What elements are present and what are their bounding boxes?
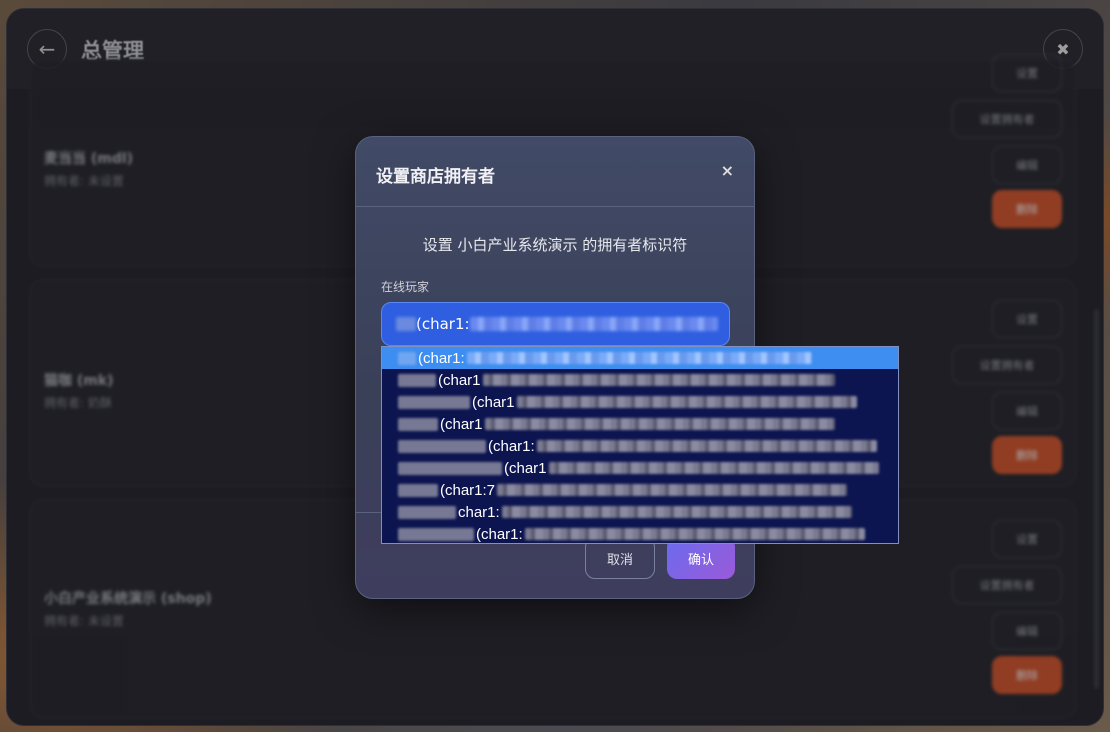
dropdown-option[interactable]: (char1 xyxy=(382,457,898,479)
option-text: (char1 xyxy=(438,371,481,389)
redacted-id xyxy=(548,462,879,474)
option-text: (char1: xyxy=(488,437,535,455)
player-dropdown-list: (char1: (char1 (char1 (char1 (char1: (ch… xyxy=(381,346,899,544)
redacted-name xyxy=(398,351,416,365)
option-text: (char1: xyxy=(418,349,465,367)
dropdown-option[interactable]: (char1: xyxy=(382,523,898,543)
dropdown-option[interactable]: (char1:7 xyxy=(382,479,898,501)
selected-player-text: (char1: xyxy=(416,315,470,333)
dropdown-option[interactable]: (char1 xyxy=(382,369,898,391)
option-text: (char1:7 xyxy=(440,481,496,499)
redacted-name xyxy=(396,317,416,331)
redacted-name xyxy=(398,505,456,519)
option-text: char1: xyxy=(458,503,500,521)
player-select[interactable]: (char1: xyxy=(381,302,730,346)
redacted-id xyxy=(469,317,718,331)
dialog-header: 设置商店拥有者 × xyxy=(356,137,754,207)
redacted-name xyxy=(398,395,470,409)
redacted-id xyxy=(484,418,835,430)
redacted-name xyxy=(398,483,438,497)
dropdown-option[interactable]: (char1: xyxy=(382,347,898,369)
dialog-title: 设置商店拥有者 xyxy=(376,167,495,187)
redacted-id xyxy=(466,352,812,364)
redacted-id xyxy=(501,506,852,518)
online-players-label: 在线玩家 xyxy=(381,280,430,294)
dropdown-option[interactable]: (char1: xyxy=(382,435,898,457)
dropdown-option[interactable]: char1: xyxy=(382,501,898,523)
option-text: (char1 xyxy=(504,459,547,477)
redacted-name xyxy=(398,439,486,453)
dropdown-option[interactable]: (char1 xyxy=(382,413,898,435)
redacted-id xyxy=(516,396,857,408)
redacted-id xyxy=(524,528,865,540)
option-text: (char1: xyxy=(476,525,523,543)
redacted-id xyxy=(482,374,835,386)
redacted-name xyxy=(398,527,474,541)
redacted-name xyxy=(398,461,502,475)
dropdown-option[interactable]: (char1 xyxy=(382,391,898,413)
dialog-description: 设置 小白产业系统演示 的拥有者标识符 xyxy=(422,236,688,254)
redacted-name xyxy=(398,417,438,431)
dialog-close-icon[interactable]: × xyxy=(721,161,734,180)
option-text: (char1 xyxy=(472,393,515,411)
redacted-id xyxy=(497,484,848,496)
redacted-name xyxy=(398,373,436,387)
option-text: (char1 xyxy=(440,415,483,433)
redacted-id xyxy=(536,440,877,452)
